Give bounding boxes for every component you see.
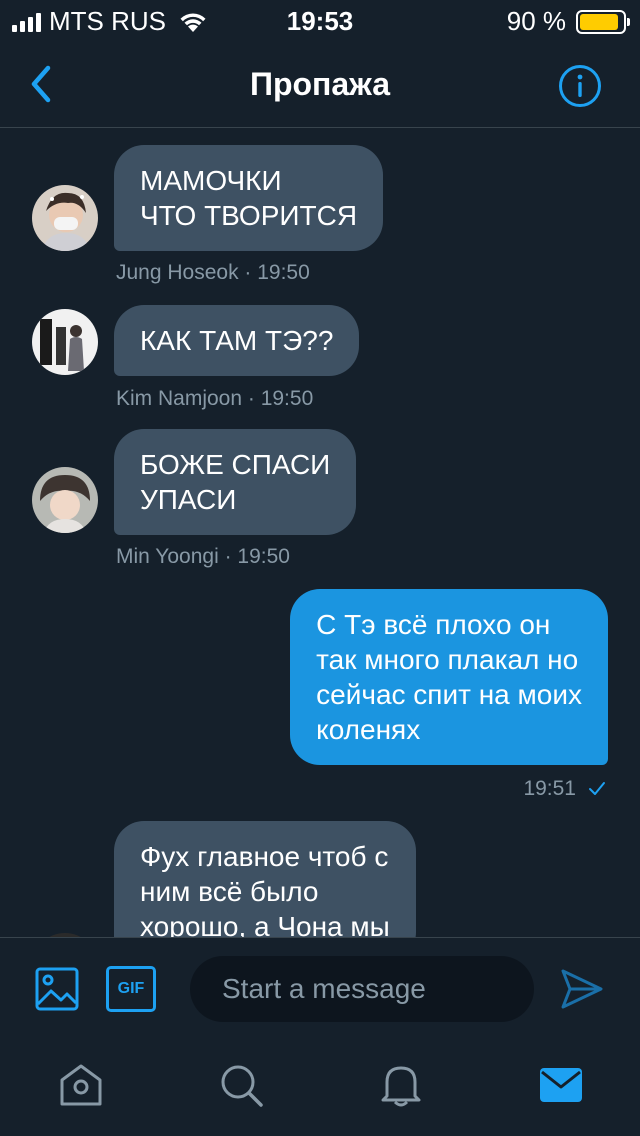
message-bubble[interactable]: БОЖЕ СПАСИ УПАСИ — [114, 429, 357, 535]
search-icon[interactable] — [218, 1062, 264, 1108]
gif-button[interactable]: GIF — [106, 966, 156, 1012]
message-meta: Jung Hoseok · 19:50 — [116, 261, 310, 284]
image-icon[interactable] — [34, 966, 80, 1012]
message-bubble[interactable]: Фух главное чтоб с ним всё было хорошо, … — [114, 821, 416, 937]
battery-percent: 90 % — [506, 6, 566, 36]
avatar[interactable] — [32, 185, 98, 251]
conversation-title: Пропажа — [249, 66, 391, 102]
battery-icon — [576, 9, 630, 34]
notifications-icon[interactable] — [378, 1062, 424, 1108]
dm-screen: MTS RUS 19:53 90 % Пропажа МАМОЧКИ ЧТО Т… — [0, 0, 640, 1136]
avatar[interactable] — [32, 309, 98, 375]
info-icon[interactable] — [558, 64, 602, 108]
message-bubble[interactable]: МАМОЧКИ ЧТО ТВОРИТСЯ — [114, 145, 384, 251]
message-meta: Min Yoongi · 19:50 — [116, 545, 290, 568]
tab-bar — [0, 1040, 640, 1136]
message-list[interactable]: МАМОЧКИ ЧТО ТВОРИТСЯ Jung Hoseok · 19:50… — [0, 129, 640, 937]
message-input[interactable] — [190, 956, 534, 1022]
home-icon[interactable] — [58, 1062, 104, 1108]
avatar[interactable] — [32, 467, 98, 533]
message-meta: Kim Namjoon · 19:50 — [116, 387, 314, 410]
gif-label: GIF — [117, 980, 145, 997]
status-bar: MTS RUS 19:53 90 % — [0, 0, 640, 40]
messages-icon[interactable] — [538, 1062, 584, 1108]
battery-level — [580, 13, 618, 30]
message-bubble[interactable]: С Тэ всё плохо он так много плакал но се… — [290, 589, 608, 765]
message-time: 19:51 — [523, 777, 576, 800]
message-bubble[interactable]: КАК ТАМ ТЭ?? — [114, 305, 360, 376]
status-right: 90 % — [506, 6, 630, 37]
check-icon — [589, 782, 605, 795]
compose-bar: GIF — [0, 937, 640, 1040]
send-icon[interactable] — [560, 968, 604, 1010]
conversation-header: Пропажа — [0, 40, 640, 128]
message-meta: 19:51 — [523, 777, 606, 801]
